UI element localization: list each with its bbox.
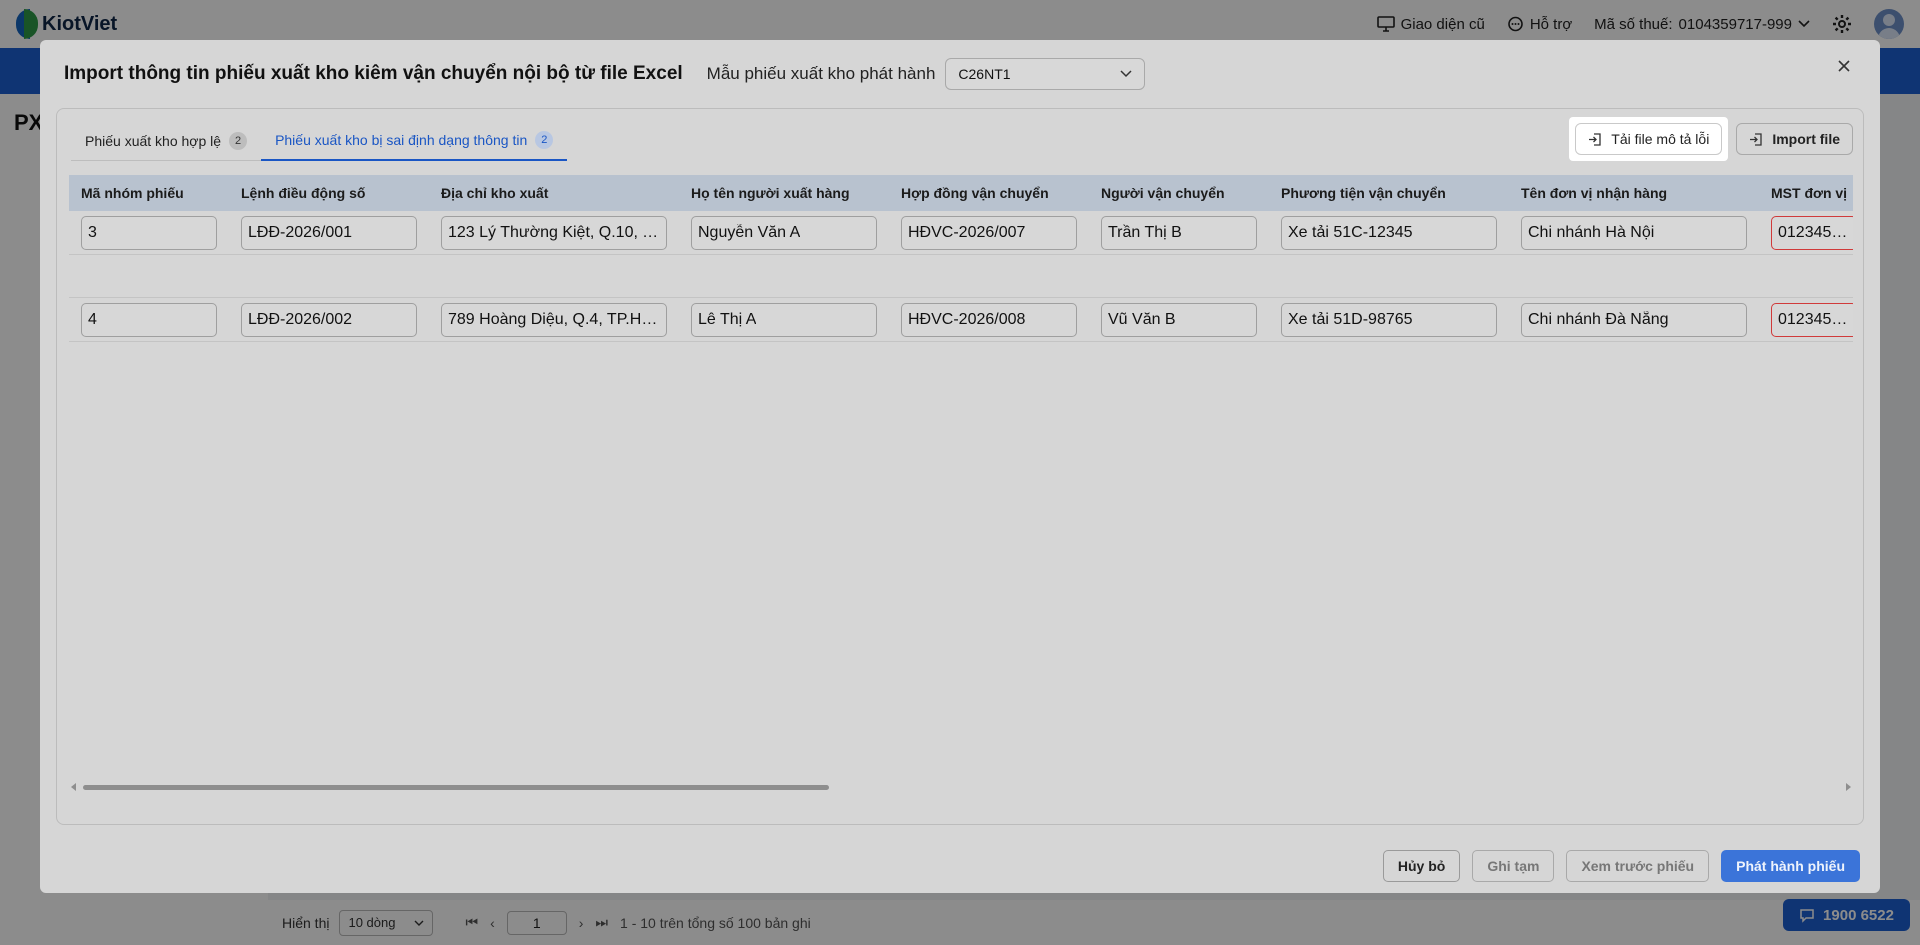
group-code-field[interactable]: 4	[81, 302, 217, 337]
save-draft-button[interactable]: Ghi tạm	[1472, 850, 1555, 882]
scroll-right-arrow-icon[interactable]	[1846, 783, 1851, 791]
group-code-field[interactable]: 3	[81, 215, 217, 250]
scrollbar-thumb[interactable]	[83, 785, 829, 790]
import-panel: Phiếu xuất kho hợp lệ 2 Phiếu xuất kho b…	[56, 108, 1864, 825]
download-error-file-label: Tải file mô tả lỗi	[1611, 131, 1710, 147]
col-issuer-name: Họ tên người xuất hàng	[691, 185, 850, 201]
col-vehicle: Phương tiện vận chuyển	[1281, 185, 1446, 201]
col-carrier: Người vận chuyển	[1101, 185, 1225, 201]
template-value: C26NT1	[958, 66, 1011, 82]
file-import-icon	[1750, 132, 1762, 146]
tab-valid-label: Phiếu xuất kho hợp lệ	[85, 133, 222, 149]
cancel-button[interactable]: Hủy bỏ	[1382, 850, 1461, 882]
receiver-unit-field[interactable]: Chi nhánh Hà Nội	[1521, 215, 1747, 250]
vehicle-field[interactable]: Xe tải 51D-98765	[1281, 302, 1497, 337]
issue-button[interactable]: Phát hành phiếu	[1721, 850, 1860, 882]
warehouse-address-field[interactable]: 789 Hoàng Diệu, Q.4, TP.HCM	[441, 302, 667, 337]
receiver-tax-code-field[interactable]: 0123456789	[1771, 215, 1853, 250]
table-row: 3 LĐĐ-2026/001 123 Lý Thường Kiệt, Q.10,…	[69, 211, 1853, 255]
col-receiver-unit: Tên đơn vị nhận hàng	[1521, 185, 1668, 201]
carrier-field[interactable]: Trần Thị B	[1101, 215, 1257, 250]
vehicle-field[interactable]: Xe tải 51C-12345	[1281, 215, 1497, 250]
col-receiver-tax-code: MST đơn vị	[1771, 185, 1848, 201]
table-row: 4 LĐĐ-2026/002 789 Hoàng Diệu, Q.4, TP.H…	[69, 298, 1853, 342]
issuer-name-field[interactable]: Nguyễn Văn A	[691, 215, 877, 250]
tab-invalid[interactable]: Phiếu xuất kho bị sai định dạng thông ti…	[261, 131, 568, 161]
tab-valid-count: 2	[229, 132, 248, 150]
tab-valid[interactable]: Phiếu xuất kho hợp lệ 2	[71, 132, 261, 160]
receiver-unit-field[interactable]: Chi nhánh Đà Nẵng	[1521, 302, 1747, 337]
error-table: Mã nhóm phiếu Lệnh điều động số Địa chỉ …	[69, 175, 1853, 775]
dispatch-order-field[interactable]: LĐĐ-2026/002	[241, 302, 417, 337]
warehouse-address-field[interactable]: 123 Lý Thường Kiệt, Q.10, TP.HCM	[441, 215, 667, 250]
col-group-code: Mã nhóm phiếu	[81, 185, 184, 201]
import-file-label: Import file	[1772, 131, 1840, 147]
download-error-highlight: Tải file mô tả lỗi	[1569, 117, 1729, 161]
table-row-empty	[69, 255, 1853, 298]
table-header: Mã nhóm phiếu Lệnh điều động số Địa chỉ …	[69, 175, 1853, 211]
col-transport-contract: Hợp đồng vận chuyển	[901, 185, 1049, 201]
col-dispatch-order: Lệnh điều động số	[241, 185, 366, 201]
download-error-file-button[interactable]: Tải file mô tả lỗi	[1575, 123, 1723, 155]
close-icon	[1838, 60, 1850, 72]
import-file-button[interactable]: Import file	[1736, 123, 1853, 155]
receiver-tax-code-field[interactable]: 0123456789	[1771, 302, 1853, 337]
preview-button[interactable]: Xem trước phiếu	[1566, 850, 1710, 882]
file-import-icon	[1589, 132, 1601, 146]
tab-invalid-count: 2	[535, 131, 554, 149]
chevron-down-icon	[1120, 70, 1132, 78]
transport-contract-field[interactable]: HĐVC-2026/008	[901, 302, 1077, 337]
tab-list: Phiếu xuất kho hợp lệ 2 Phiếu xuất kho b…	[71, 121, 568, 161]
carrier-field[interactable]: Vũ Văn B	[1101, 302, 1257, 337]
modal-title: Import thông tin phiếu xuất kho kiêm vận…	[64, 63, 683, 84]
dispatch-order-field[interactable]: LĐĐ-2026/001	[241, 215, 417, 250]
horizontal-scrollbar[interactable]	[69, 781, 1853, 793]
transport-contract-field[interactable]: HĐVC-2026/007	[901, 215, 1077, 250]
modal-footer: Hủy bỏ Ghi tạm Xem trước phiếu Phát hành…	[1382, 850, 1860, 882]
template-label: Mẫu phiếu xuất kho phát hành	[706, 64, 936, 83]
template-select[interactable]: C26NT1	[945, 58, 1146, 90]
scroll-left-arrow-icon[interactable]	[71, 783, 76, 791]
import-modal: Import thông tin phiếu xuất kho kiêm vận…	[40, 40, 1880, 893]
col-warehouse-address: Địa chỉ kho xuất	[441, 185, 549, 201]
tab-invalid-label: Phiếu xuất kho bị sai định dạng thông ti…	[275, 132, 528, 148]
issuer-name-field[interactable]: Lê Thị A	[691, 302, 877, 337]
close-button[interactable]	[1832, 54, 1856, 78]
